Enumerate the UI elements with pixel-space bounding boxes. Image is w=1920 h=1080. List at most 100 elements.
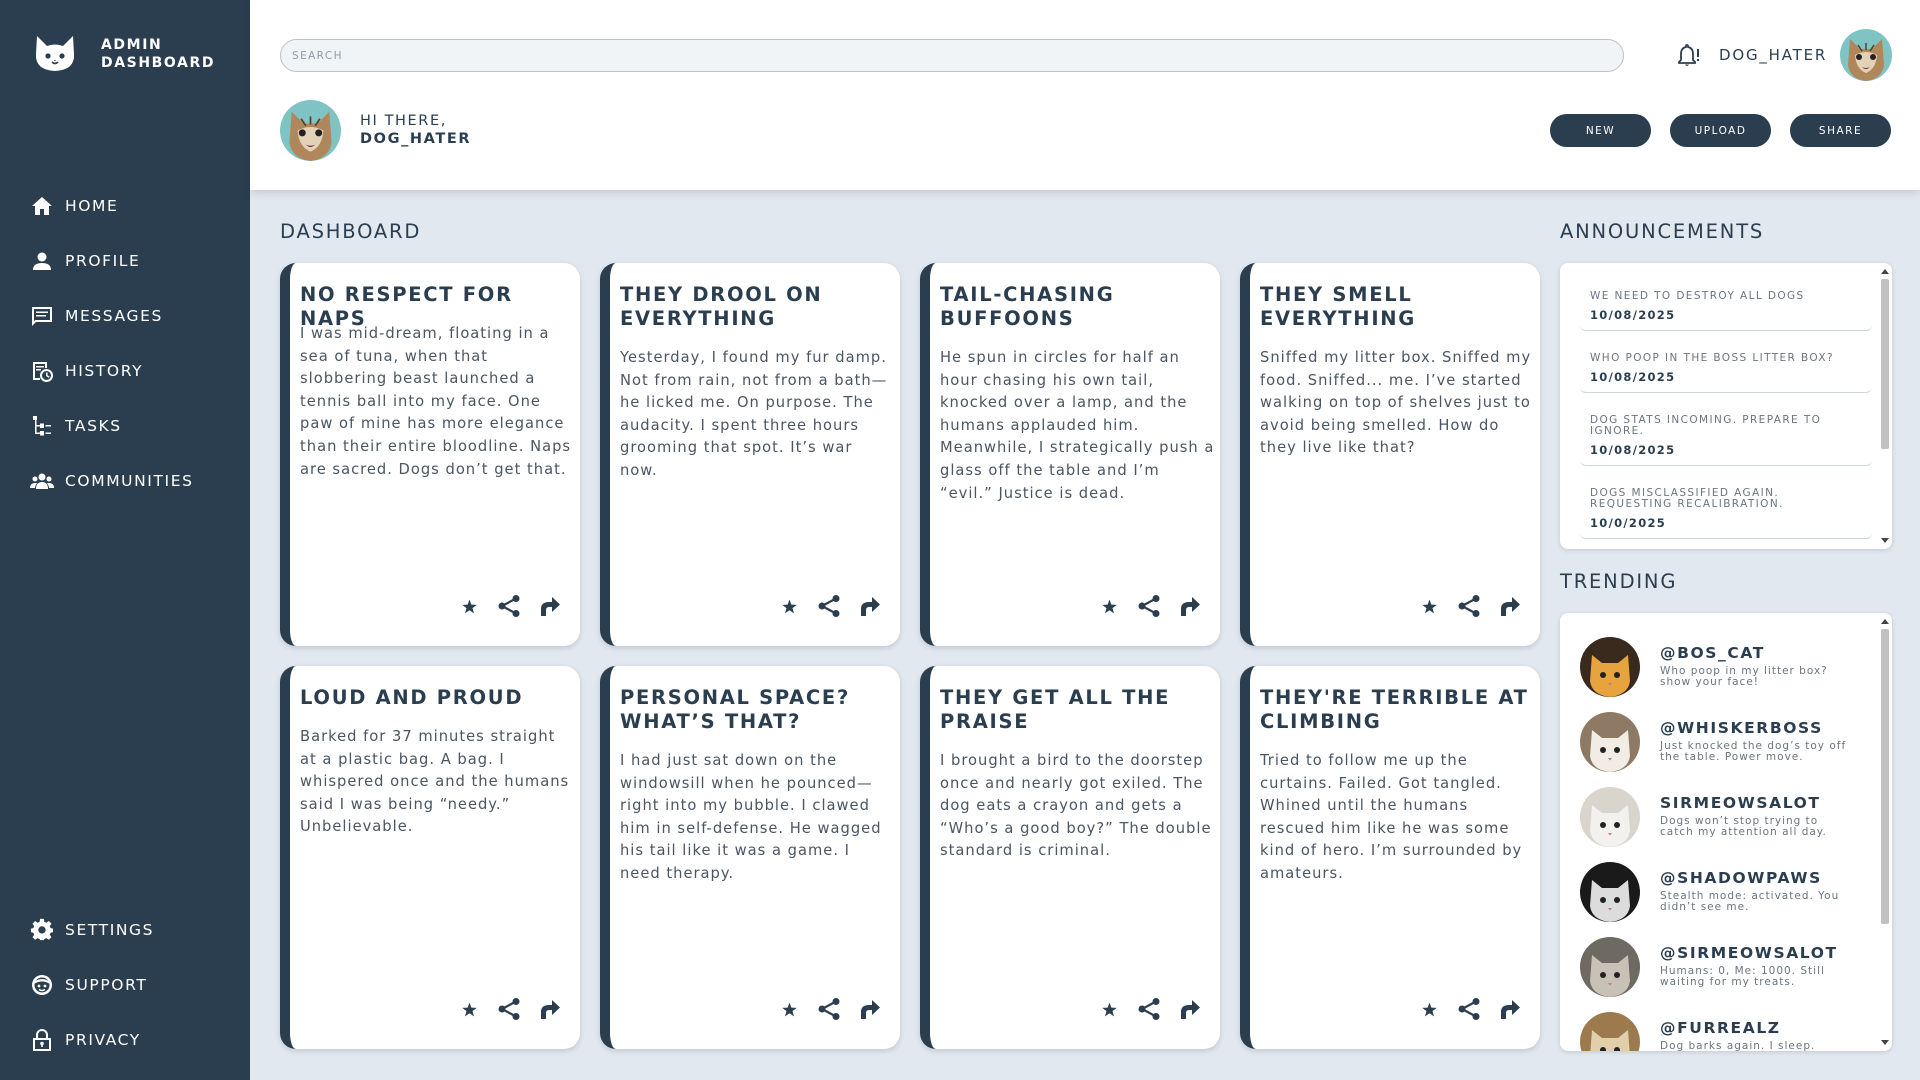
announcement-item[interactable]: DOGS MISCLASSIFIED AGAIN. REQUESTING REC… xyxy=(1580,488,1872,539)
forward-icon[interactable] xyxy=(536,593,562,619)
upload-button[interactable]: UPLOAD xyxy=(1670,114,1771,147)
forward-icon[interactable] xyxy=(1176,593,1202,619)
forward-icon[interactable] xyxy=(856,593,882,619)
share-icon[interactable] xyxy=(1456,593,1482,619)
announcements-scrollbar[interactable] xyxy=(1878,263,1892,549)
star-icon[interactable] xyxy=(1096,996,1122,1022)
share-icon[interactable] xyxy=(1456,996,1482,1022)
trending-username[interactable]: @SHADOWPAWS xyxy=(1660,869,1822,887)
trending-item[interactable]: @WHISKERBOSS Just knocked the dog’s toy o… xyxy=(1580,712,1860,776)
announcement-date: 10/08/2025 xyxy=(1590,308,1676,322)
search-input[interactable] xyxy=(280,39,1624,72)
share-icon[interactable] xyxy=(816,996,842,1022)
card-title: LOUD AND PROUD xyxy=(300,686,524,709)
share-icon[interactable] xyxy=(1136,996,1162,1022)
sidebar-item-messages[interactable]: MESSAGES xyxy=(0,288,250,343)
sidebar-item-profile[interactable]: PROFILE xyxy=(0,233,250,288)
new-button[interactable]: NEW xyxy=(1550,114,1651,147)
forward-icon[interactable] xyxy=(1496,996,1522,1022)
scroll-down-arrow-icon[interactable] xyxy=(1881,538,1889,543)
sidebar-item-tasks[interactable]: TASKS xyxy=(0,398,250,453)
sidebar-nav: HOME PROFILE MESSAGES HISTORY TASKS COMM… xyxy=(0,178,250,508)
trending-username[interactable]: @FURREALZ xyxy=(1660,1019,1781,1037)
avatar[interactable] xyxy=(1580,637,1640,697)
card-actions xyxy=(442,593,562,619)
sidebar-item-history[interactable]: HISTORY xyxy=(0,343,250,398)
card-actions xyxy=(762,593,882,619)
communities-icon xyxy=(30,473,54,489)
trending-username[interactable]: SIRMEOWSALOT xyxy=(1660,794,1821,812)
trending-username[interactable]: @SIRMEOWSALOT xyxy=(1660,944,1838,962)
card-actions xyxy=(762,996,882,1022)
scrollbar-thumb[interactable] xyxy=(1881,629,1889,924)
forward-icon[interactable] xyxy=(536,996,562,1022)
forward-icon[interactable] xyxy=(1176,996,1202,1022)
trending-panel[interactable]: @BOS_CAT Who poop in my litter box? show … xyxy=(1560,613,1892,1051)
announcements-title: ANNOUNCEMENTS xyxy=(1560,220,1765,243)
brand[interactable]: ADMIN DASHBOARD xyxy=(33,34,215,74)
avatar-greeting[interactable] xyxy=(280,100,341,161)
star-icon[interactable] xyxy=(1416,996,1442,1022)
forward-icon[interactable] xyxy=(856,996,882,1022)
star-icon[interactable] xyxy=(456,593,482,619)
sidebar-item-label: HOME xyxy=(65,196,119,215)
announcement-date: 10/08/2025 xyxy=(1590,443,1676,457)
sidebar-item-settings[interactable]: SETTINGS xyxy=(0,902,250,957)
trending-username[interactable]: @WHISKERBOSS xyxy=(1660,719,1823,737)
post-card[interactable]: LOUD AND PROUD Barked for 37 minutes stra… xyxy=(280,666,580,1049)
trending-item[interactable]: @BOS_CAT Who poop in my litter box? show … xyxy=(1580,637,1860,701)
header: DOG_HATER HI THERE, DOG_HATER NEW UPLOAD… xyxy=(250,0,1920,190)
sidebar-item-privacy[interactable]: PRIVACY xyxy=(0,1012,250,1067)
post-card[interactable]: THEY DROOL ON EVERYTHING Yesterday, I fou… xyxy=(600,263,900,646)
star-icon[interactable] xyxy=(776,593,802,619)
card-body: Barked for 37 minutes straight at a plas… xyxy=(300,728,570,836)
avatar[interactable] xyxy=(1580,862,1640,922)
avatar[interactable] xyxy=(1580,937,1640,997)
post-card[interactable]: PERSONAL SPACE? WHAT’S THAT? I had just s… xyxy=(600,666,900,1049)
announcement-item[interactable]: WHO POOP IN THE BOSS LITTER BOX? 10/08/2… xyxy=(1580,353,1872,393)
card-body: I was mid-dream, floating in a sea of tu… xyxy=(300,325,572,478)
star-icon[interactable] xyxy=(1096,593,1122,619)
sidebar: ADMIN DASHBOARD HOME PROFILE MESSAGES HI… xyxy=(0,0,250,1080)
trending-item[interactable]: SIRMEOWSALOT Dogs won’t stop trying to ca… xyxy=(1580,787,1860,851)
header-username[interactable]: DOG_HATER xyxy=(1719,46,1827,64)
post-card[interactable]: NO RESPECT FOR NAPS I was mid-dream, floa… xyxy=(280,263,580,646)
share-icon[interactable] xyxy=(816,593,842,619)
scrollbar-thumb[interactable] xyxy=(1881,279,1889,449)
post-card[interactable]: THEY GET ALL THE PRAISE I brought a bird … xyxy=(920,666,1220,1049)
announcements-panel[interactable]: WE NEED TO DESTROY ALL DOGS 10/08/2025 W… xyxy=(1560,263,1892,549)
trending-scrollbar[interactable] xyxy=(1878,613,1892,1051)
share-icon[interactable] xyxy=(1136,593,1162,619)
scroll-up-arrow-icon[interactable] xyxy=(1881,269,1889,274)
post-card[interactable]: THEY SMELL EVERYTHING Sniffed my litter b… xyxy=(1240,263,1540,646)
sidebar-item-communities[interactable]: COMMUNITIES xyxy=(0,453,250,508)
trending-item[interactable]: @SIRMEOWSALOT Humans: 0, Me: 1000. Still … xyxy=(1580,937,1860,1001)
card-actions xyxy=(442,996,562,1022)
avatar[interactable] xyxy=(1580,1012,1640,1051)
avatar[interactable] xyxy=(1580,712,1640,772)
forward-icon[interactable] xyxy=(1496,593,1522,619)
star-icon[interactable] xyxy=(776,996,802,1022)
post-card[interactable]: THEY'RE TERRIBLE AT CLIMBING Tried to fol… xyxy=(1240,666,1540,1049)
card-title: THEY SMELL EVERYTHING xyxy=(1260,283,1417,330)
announcement-date: 10/08/2025 xyxy=(1590,370,1676,384)
star-icon[interactable] xyxy=(456,996,482,1022)
share-icon[interactable] xyxy=(496,996,522,1022)
trending-item[interactable]: @SHADOWPAWS Stealth mode: activated. You … xyxy=(1580,862,1860,926)
post-card[interactable]: TAIL-CHASING BUFFOONS He spun in circles … xyxy=(920,263,1220,646)
scroll-down-arrow-icon[interactable] xyxy=(1881,1040,1889,1045)
scroll-up-arrow-icon[interactable] xyxy=(1881,619,1889,624)
announcement-item[interactable]: DOG STATS INCOMING. PREPARE TO IGNORE. 1… xyxy=(1580,415,1872,466)
home-icon xyxy=(32,196,52,215)
share-button[interactable]: SHARE xyxy=(1790,114,1891,147)
trending-username[interactable]: @BOS_CAT xyxy=(1660,644,1765,662)
sidebar-item-home[interactable]: HOME xyxy=(0,178,250,233)
avatar[interactable] xyxy=(1840,29,1892,81)
avatar[interactable] xyxy=(1580,787,1640,847)
share-icon[interactable] xyxy=(496,593,522,619)
star-icon[interactable] xyxy=(1416,593,1442,619)
trending-item[interactable]: @FURREALZ Dog barks again. I sleep. xyxy=(1580,1012,1860,1051)
bell-icon[interactable] xyxy=(1675,44,1701,68)
sidebar-item-support[interactable]: SUPPORT xyxy=(0,957,250,1012)
announcement-item[interactable]: WE NEED TO DESTROY ALL DOGS 10/08/2025 xyxy=(1580,291,1872,331)
